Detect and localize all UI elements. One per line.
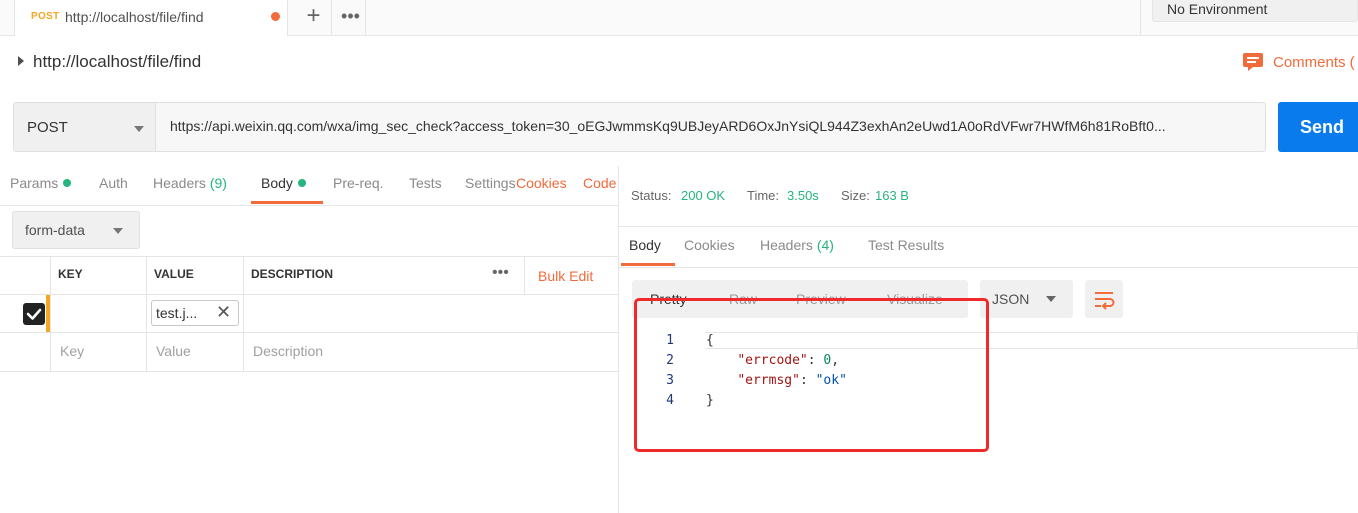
body-indicator-icon	[297, 179, 306, 187]
response-tab-cookies[interactable]: Cookies	[684, 237, 735, 253]
column-divider	[146, 256, 147, 371]
bulk-edit-button[interactable]: Bulk Edit	[538, 268, 593, 284]
tab-body-label: Body	[261, 175, 293, 191]
column-divider	[524, 256, 525, 294]
column-divider	[50, 256, 51, 371]
value-placeholder[interactable]: Value	[156, 343, 191, 359]
tab-settings[interactable]: Settings	[465, 175, 517, 191]
active-tab-underline	[251, 201, 323, 204]
request-tab-method: POST	[31, 11, 60, 22]
tab-params-label: Params	[10, 175, 59, 191]
table-border	[0, 294, 618, 295]
size-label: Size:	[841, 188, 870, 203]
tab-auth[interactable]: Auth	[99, 175, 128, 191]
key-placeholder[interactable]: Key	[60, 343, 84, 359]
chevron-down-icon	[113, 228, 123, 234]
body-mode-select[interactable]: form-data	[12, 211, 140, 249]
description-placeholder[interactable]: Description	[253, 343, 323, 359]
params-indicator-icon	[63, 179, 72, 187]
table-border	[0, 371, 618, 372]
annotation-highlight-box	[634, 298, 989, 452]
caret-right-icon[interactable]	[18, 56, 24, 66]
column-header-value: VALUE	[154, 267, 194, 281]
method-select[interactable]: POST	[13, 102, 156, 152]
tab-tests[interactable]: Tests	[409, 175, 442, 191]
headers-count: (9)	[209, 175, 227, 191]
request-title[interactable]: http://localhost/file/find	[33, 52, 201, 72]
chevron-down-icon	[134, 126, 144, 132]
tab-prerequest[interactable]: Pre-req.	[333, 175, 384, 191]
time-value: 3.50s	[787, 188, 819, 203]
format-label: JSON	[992, 291, 1030, 307]
new-tab-button[interactable]: +	[296, 0, 332, 36]
table-border	[0, 256, 618, 257]
unsaved-dot-icon	[271, 12, 280, 21]
response-tab-headers[interactable]: Headers (4)	[760, 237, 834, 253]
response-meta	[619, 166, 1358, 226]
request-title-row	[0, 36, 1358, 88]
status-value: 200 OK	[681, 188, 726, 203]
request-tab[interactable]: POST http://localhost/file/find	[14, 0, 288, 36]
active-tab-underline	[621, 263, 675, 266]
comments-icon[interactable]	[1242, 52, 1264, 72]
comments-button[interactable]: Comments (	[1273, 54, 1355, 71]
send-button[interactable]: Send	[1278, 102, 1358, 152]
time-label: Time:	[747, 188, 780, 203]
tab-headers-label: Headers	[153, 175, 206, 191]
status-label: Status:	[631, 188, 672, 203]
file-chip[interactable]: test.j... ✕	[151, 300, 239, 326]
table-border	[0, 332, 618, 333]
tab-headers[interactable]: Headers (9)	[153, 175, 227, 191]
response-headers-count: (4)	[816, 237, 834, 253]
environment-select[interactable]: No Environment	[1152, 0, 1358, 22]
response-tab-headers-label: Headers	[760, 237, 813, 253]
row-checkbox[interactable]	[23, 303, 45, 325]
response-tab-test-results[interactable]: Test Results	[868, 237, 944, 253]
column-header-description: DESCRIPTION	[251, 267, 334, 281]
column-header-key: KEY	[58, 267, 83, 281]
row-drag-indicator	[46, 295, 50, 332]
method-label: POST	[27, 119, 68, 136]
file-chip-label: test.j...	[156, 305, 198, 321]
tab-more-button[interactable]: •••	[336, 0, 366, 36]
request-tab-name: http://localhost/file/find	[65, 9, 204, 25]
cookies-link[interactable]: Cookies	[516, 175, 567, 191]
code-link[interactable]: Code	[583, 175, 618, 191]
column-divider	[243, 256, 244, 371]
url-input[interactable]: https://api.weixin.qq.com/wxa/img_sec_ch…	[156, 102, 1266, 152]
size-value: 163 B	[875, 188, 909, 203]
table-more-button[interactable]: •••	[492, 264, 509, 282]
chevron-down-icon	[1046, 296, 1056, 302]
response-tab-body[interactable]: Body	[629, 237, 661, 253]
format-select[interactable]: JSON	[980, 280, 1073, 318]
wrap-lines-icon[interactable]	[1085, 280, 1123, 318]
tab-params[interactable]: Params	[10, 175, 72, 191]
tab-body[interactable]: Body	[261, 175, 306, 191]
body-mode-label: form-data	[25, 222, 85, 238]
close-icon[interactable]: ✕	[216, 302, 231, 323]
